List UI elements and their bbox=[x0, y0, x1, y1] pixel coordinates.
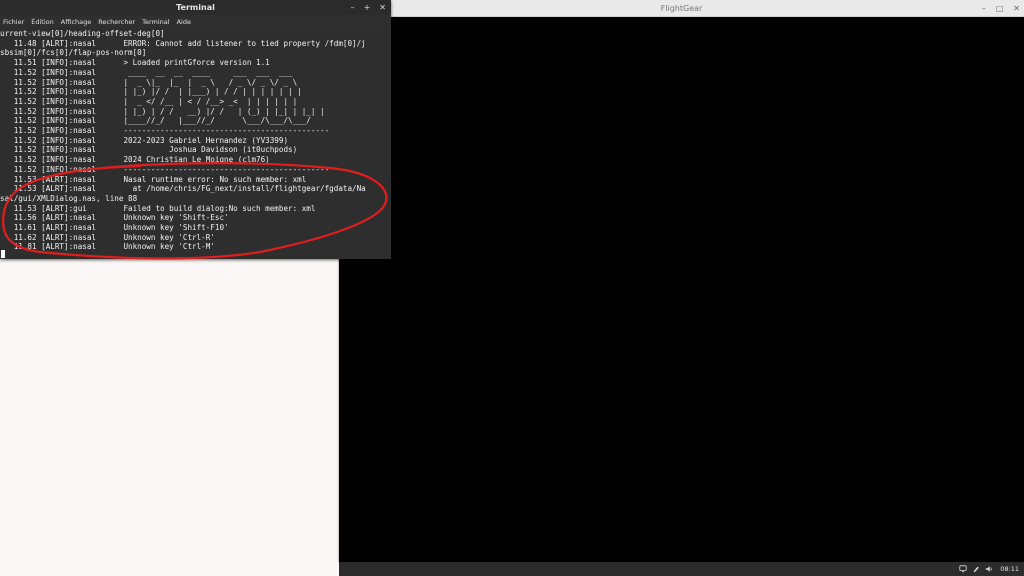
terminal-line: 11.52 [INFO]:nasal | |_) |/ / | |___) | … bbox=[0, 87, 302, 97]
terminal-line: 11.51 [INFO]:nasal > Loaded printGforce … bbox=[0, 58, 270, 68]
terminal-line: 11.62 [ALRT]:nasal Unknown key 'Ctrl-R' bbox=[0, 232, 215, 242]
terminal-menubar: Fichier Édition Affichage Rechercher Ter… bbox=[0, 15, 391, 28]
menu-affichage[interactable]: Affichage bbox=[61, 18, 92, 26]
minimize-button[interactable]: – bbox=[351, 3, 355, 12]
terminal-line: 11.52 [INFO]:nasal ____ __ __ ____ ___ _… bbox=[0, 67, 293, 77]
terminal-line: 11.56 [ALRT]:nasal Unknown key 'Shift-Es… bbox=[0, 213, 229, 223]
terminal-line: 11.52 [INFO]:nasal 2022-2023 Gabriel Her… bbox=[0, 135, 289, 145]
minimize-button[interactable]: – bbox=[982, 4, 986, 13]
taskbar: 08:11 bbox=[339, 562, 1024, 576]
terminal-line: 11.52 [INFO]:nasal 2024 Christian Le Moi… bbox=[0, 155, 270, 165]
terminal-title: Terminal bbox=[176, 3, 215, 12]
pen-icon[interactable] bbox=[972, 565, 980, 573]
terminal-line: sal/gui/XMLDialog.nas, line 88 bbox=[0, 193, 138, 203]
clock[interactable]: 08:11 bbox=[1000, 565, 1019, 573]
terminal-line: 11.61 [ALRT]:nasal Unknown key 'Shift-F1… bbox=[0, 223, 229, 232]
terminal-window[interactable]: Terminal – + ✕ Fichier Édition Affichage… bbox=[0, 0, 391, 259]
terminal-line: 11.52 [INFO]:nasal ---------------------… bbox=[0, 164, 330, 174]
flightgear-window[interactable]: FlightGear – □ ✕ bbox=[339, 0, 1024, 562]
maximize-button[interactable]: □ bbox=[996, 4, 1004, 13]
menu-aide[interactable]: Aide bbox=[177, 18, 191, 26]
menu-edition[interactable]: Édition bbox=[31, 18, 54, 26]
terminal-line: urrent-view[0]/heading-offset-deg[0] bbox=[0, 29, 165, 38]
flightgear-titlebar[interactable]: FlightGear – □ ✕ bbox=[339, 0, 1024, 17]
maximize-button[interactable]: + bbox=[364, 3, 371, 12]
volume-icon[interactable] bbox=[985, 565, 993, 573]
terminal-line: 11.52 [INFO]:nasal Joshua Davidson (it0u… bbox=[0, 145, 298, 155]
menu-terminal[interactable]: Terminal bbox=[142, 18, 169, 26]
menu-rechercher[interactable]: Rechercher bbox=[98, 18, 135, 26]
terminal-cursor bbox=[1, 250, 5, 258]
network-icon[interactable] bbox=[959, 565, 967, 573]
terminal-line: 11.52 [INFO]:nasal | _ \|_ |_ | _ \ / _ … bbox=[0, 77, 298, 87]
terminal-line: 11.52 [INFO]:nasal |____//_/ |___//_/ \_… bbox=[0, 116, 311, 126]
terminal-line: sbsim[0]/fcs[0]/flap-pos-norm[0] bbox=[0, 48, 147, 58]
terminal-titlebar[interactable]: Terminal – + ✕ bbox=[0, 0, 391, 15]
terminal-line: 11.53 [ALRT]:gui Failed to build dialog:… bbox=[0, 203, 316, 213]
menu-fichier[interactable]: Fichier bbox=[3, 18, 24, 26]
close-button[interactable]: ✕ bbox=[379, 3, 386, 12]
terminal-line: 11.48 [ALRT]:nasal ERROR: Cannot add lis… bbox=[0, 38, 366, 48]
terminal-line: 11.53 [ALRT]:nasal Nasal runtime error: … bbox=[0, 174, 307, 184]
terminal-line: 11.52 [INFO]:nasal | |_) | / / __) |/ / … bbox=[0, 106, 325, 116]
terminal-line: 11.52 [INFO]:nasal | _ </ /__ | < / /__>… bbox=[0, 96, 298, 106]
terminal-line: 11.52 [INFO]:nasal ---------------------… bbox=[0, 126, 330, 135]
flightgear-title: FlightGear bbox=[660, 3, 703, 13]
terminal-line: 11.53 [ALRT]:nasal at /home/chris/FG_nex… bbox=[0, 184, 366, 194]
terminal-line: 11.81 [ALRT]:nasal Unknown key 'Ctrl-M' bbox=[0, 242, 215, 252]
terminal-output[interactable]: urrent-view[0]/heading-offset-deg[0] 11.… bbox=[0, 28, 391, 259]
system-tray: 08:11 bbox=[959, 565, 1019, 573]
close-button[interactable]: ✕ bbox=[1013, 4, 1020, 13]
